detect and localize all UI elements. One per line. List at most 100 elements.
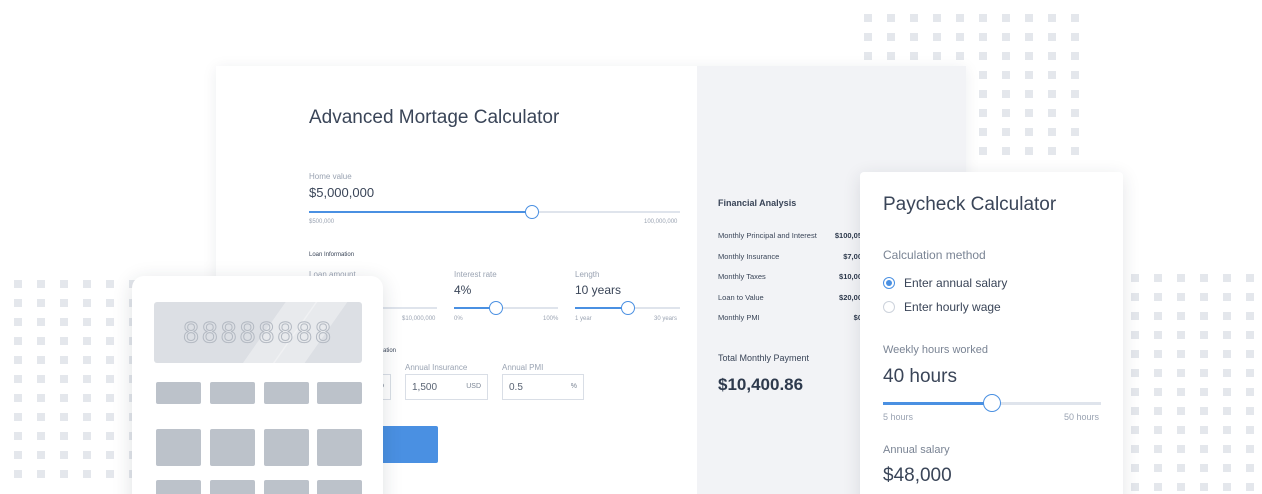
mortgage-title: Advanced Mortage Calculator [309,107,560,128]
pattern-dot [1223,331,1231,339]
weekly-hours-label: Weekly hours worked [883,344,988,356]
option-annual-salary[interactable]: Enter annual salary [904,276,1007,290]
pattern-dot [14,451,22,459]
pattern-dot [14,356,22,364]
pattern-dot [979,14,987,22]
pattern-dot [1025,128,1033,136]
interest-rate-slider[interactable] [454,301,558,315]
pattern-dot [1131,274,1139,282]
loan-info-heading: Loan Information [309,252,355,258]
pattern-dot [1223,312,1231,320]
home-value-min: $500,000 [309,219,335,225]
home-value-slider[interactable] [309,205,680,219]
home-value-slider-fill [309,211,532,213]
pattern-dot [1200,350,1208,358]
calculator-key [210,429,255,466]
pattern-dot [1154,445,1162,453]
length-max: 30 years [654,316,678,322]
pattern-dot [1002,109,1010,117]
calculator-key [264,382,309,404]
pattern-dot [60,451,68,459]
pattern-dot [106,356,114,364]
pattern-dot [106,337,114,345]
pattern-dot [979,128,987,136]
pattern-dot [37,318,45,326]
pattern-dot [60,337,68,345]
calculator-key [210,382,255,404]
pattern-dot [14,375,22,383]
radio-unselected-icon[interactable] [883,301,895,313]
pattern-dot [83,470,91,478]
pattern-dot [1131,293,1139,301]
pattern-dot [14,337,22,345]
paycheck-title: Paycheck Calculator [883,194,1057,215]
pattern-dot [1048,33,1056,41]
pattern-dot [1025,71,1033,79]
pattern-dot [1048,128,1056,136]
length-slider-knob[interactable] [620,301,635,315]
pattern-dot [887,52,895,60]
weekly-hours-slider-fill [883,402,992,405]
length-slider[interactable] [575,301,680,315]
pattern-dot [60,318,68,326]
interest-rate-min: 0% [454,316,463,322]
annual-pmi-unit: % [570,383,577,390]
calculator-key [156,480,201,494]
home-value-slider-knob[interactable] [524,205,539,219]
total-monthly-value: $10,400.86 [718,375,804,394]
pattern-dot [1223,445,1231,453]
pattern-dot [1048,71,1056,79]
interest-rate-label: Interest rate [454,270,497,279]
pattern-dot [1025,52,1033,60]
pattern-dot [1200,331,1208,339]
pattern-dot [1200,293,1208,301]
pattern-dot [1002,14,1010,22]
radio-selected-icon[interactable] [883,277,895,289]
pattern-dot [1154,331,1162,339]
pattern-dot [1223,426,1231,434]
pattern-dot [1048,52,1056,60]
annual-salary-label: Annual salary [883,444,950,456]
pattern-dot [1002,128,1010,136]
annual-insurance-unit: USD [466,383,481,390]
interest-rate-max: 100% [543,316,559,322]
pattern-dot [1177,407,1185,415]
pattern-dot [1131,445,1139,453]
pattern-dot [106,299,114,307]
annual-pmi-input[interactable]: 0.5 % [502,374,584,400]
dot-pattern-right [1131,274,1254,491]
pattern-dot [1177,350,1185,358]
pattern-dot [83,432,91,440]
annual-pmi-label: Annual PMI [502,363,544,372]
pattern-dot [1131,464,1139,472]
pattern-dot [910,52,918,60]
pattern-dot [60,356,68,364]
pattern-dot [1246,369,1254,377]
analysis-row-label: Monthly Principal and Interest [718,231,817,240]
pattern-dot [83,356,91,364]
annual-insurance-input[interactable]: 1,500 USD [405,374,488,400]
weekly-hours-slider[interactable] [883,394,1101,412]
pattern-dot [1154,369,1162,377]
pattern-dot [1246,483,1254,491]
pattern-dot [1223,293,1231,301]
calculator-digits: 88888888 [182,316,334,350]
pattern-dot [83,394,91,402]
pattern-dot [864,52,872,60]
pattern-dot [1246,293,1254,301]
home-value-amount: $5,000,000 [309,185,375,200]
weekly-hours-slider-knob[interactable] [983,394,1001,412]
pattern-dot [1071,71,1079,79]
pattern-dot [979,109,987,117]
pattern-dot [1223,369,1231,377]
pattern-dot [1223,274,1231,282]
loan-amount-max: $10,000,000 [402,316,436,322]
pattern-dot [37,413,45,421]
pattern-dot [14,299,22,307]
annual-pmi-value: 0.5 [509,382,523,393]
pattern-dot [83,337,91,345]
option-hourly-wage[interactable]: Enter hourly wage [904,300,1001,314]
pattern-dot [1246,312,1254,320]
pattern-dot [1002,147,1010,155]
interest-rate-slider-knob[interactable] [488,301,503,315]
